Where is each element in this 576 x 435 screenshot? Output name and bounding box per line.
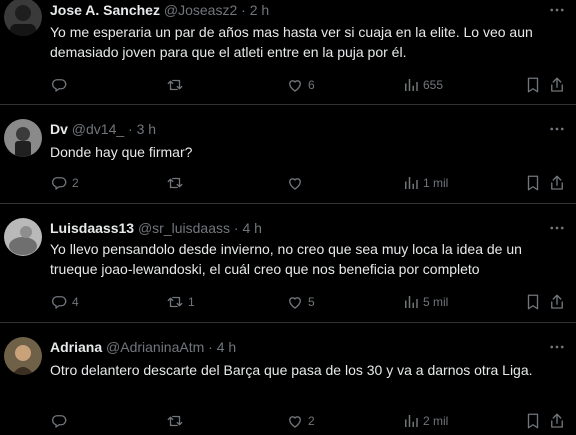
- reply-icon: [51, 296, 67, 309]
- retweet-icon: [167, 415, 183, 427]
- user-handle[interactable]: @Joseasz2: [164, 2, 237, 18]
- user-handle[interactable]: @sr_luisdaass: [138, 220, 230, 236]
- tweet-text: Yo llevo pensandolo desde invierno, no c…: [50, 241, 522, 277]
- user-handle[interactable]: @dv14_: [72, 121, 124, 137]
- reply-icon: [51, 177, 67, 190]
- avatar[interactable]: [4, 0, 42, 36]
- views-icon: [405, 177, 418, 189]
- views-button[interactable]: 655: [402, 75, 443, 95]
- separator-dot: ·: [208, 339, 213, 355]
- tweet-actions: 6 655: [50, 75, 566, 95]
- reply-icon: [51, 415, 67, 428]
- separator-dot: ·: [241, 2, 246, 18]
- retweet-button[interactable]: [166, 75, 188, 95]
- avatar[interactable]: [4, 218, 42, 256]
- tweet-header: Adriana @AdrianinaAtm · 4 h: [50, 338, 236, 356]
- tweet-header: Jose A. Sanchez @Joseasz2 · 2 h: [50, 1, 269, 19]
- tweet[interactable]: Adriana @AdrianinaAtm · 4 h Otro delante…: [0, 323, 576, 432]
- more-icon[interactable]: [548, 219, 566, 237]
- like-count: 5: [308, 295, 315, 309]
- share-icon[interactable]: [548, 76, 566, 94]
- tweet-text: Yo me esperaria un par de años mas hasta…: [50, 24, 533, 60]
- like-button[interactable]: 6: [286, 75, 315, 95]
- reply-icon: [51, 79, 67, 92]
- bookmark-icon[interactable]: [524, 76, 542, 94]
- bookmark-icon[interactable]: [524, 293, 542, 311]
- heart-icon: [289, 416, 301, 428]
- retweet-button[interactable]: [166, 411, 188, 431]
- heart-icon: [289, 178, 301, 190]
- retweet-icon: [167, 177, 183, 189]
- tweet-header: Dv @dv14_ · 3 h: [50, 120, 156, 138]
- share-icon[interactable]: [548, 412, 566, 430]
- views-button[interactable]: 5 mil: [402, 292, 448, 312]
- views-button[interactable]: 1 mil: [402, 173, 448, 193]
- like-count: 2: [308, 414, 315, 428]
- timestamp[interactable]: 2 h: [250, 2, 269, 18]
- tweet[interactable]: Dv @dv14_ · 3 h Donde hay que firmar? 2 …: [0, 105, 576, 203]
- separator-dot: ·: [128, 121, 133, 137]
- views-count: 5 mil: [423, 295, 449, 309]
- timestamp[interactable]: 4 h: [242, 220, 261, 236]
- display-name[interactable]: Jose A. Sanchez: [50, 2, 160, 18]
- reply-count: 4: [72, 295, 79, 309]
- timestamp[interactable]: 4 h: [217, 339, 236, 355]
- views-count: 2 mil: [423, 414, 449, 428]
- retweet-icon: [167, 296, 183, 308]
- display-name[interactable]: Dv: [50, 121, 68, 137]
- tweet-actions: 2 1 mil: [50, 173, 566, 193]
- tweet[interactable]: Luisdaass13 @sr_luisdaass · 4 h Yo llevo…: [0, 204, 576, 322]
- more-icon[interactable]: [548, 338, 566, 356]
- like-button[interactable]: [286, 173, 308, 193]
- avatar[interactable]: [4, 337, 42, 375]
- tweet-text: Donde hay que firmar?: [50, 144, 193, 160]
- tweet[interactable]: Jose A. Sanchez @Joseasz2 · 2 h Yo me es…: [0, 0, 576, 104]
- views-button[interactable]: 2 mil: [402, 411, 448, 431]
- reply-button[interactable]: 4: [50, 292, 79, 312]
- like-button[interactable]: 5: [286, 292, 315, 312]
- retweet-icon: [167, 79, 183, 91]
- tweet-text: Otro delantero descarte del Barça que pa…: [50, 362, 533, 378]
- separator-dot: ·: [233, 220, 239, 236]
- tweet-actions: 4 1 5 5 mil: [50, 292, 566, 312]
- retweet-count: 1: [188, 295, 195, 309]
- reply-button[interactable]: [50, 411, 72, 431]
- tweet-header: Luisdaass13 @sr_luisdaass · 4 h: [50, 219, 262, 237]
- reply-button[interactable]: [50, 75, 72, 95]
- share-icon[interactable]: [548, 174, 566, 192]
- heart-icon: [289, 80, 301, 92]
- bookmark-icon[interactable]: [524, 412, 542, 430]
- views-count: 655: [423, 78, 444, 92]
- display-name[interactable]: Adriana: [50, 339, 102, 355]
- avatar[interactable]: [4, 119, 42, 157]
- timestamp[interactable]: 3 h: [137, 121, 156, 137]
- views-icon: [405, 296, 418, 308]
- views-icon: [405, 79, 418, 91]
- retweet-button[interactable]: 1: [166, 292, 195, 312]
- reply-button[interactable]: 2: [50, 173, 79, 193]
- bookmark-icon[interactable]: [524, 174, 542, 192]
- tweet-actions: 2 2 mil: [50, 411, 566, 431]
- more-icon[interactable]: [548, 1, 566, 19]
- like-button[interactable]: 2: [286, 411, 315, 431]
- display-name[interactable]: Luisdaass13: [50, 220, 134, 236]
- more-icon[interactable]: [548, 120, 566, 138]
- share-icon[interactable]: [548, 293, 566, 311]
- like-count: 6: [308, 78, 315, 92]
- views-icon: [405, 415, 418, 427]
- reply-count: 2: [72, 176, 79, 190]
- retweet-button[interactable]: [166, 173, 188, 193]
- views-count: 1 mil: [423, 176, 449, 190]
- heart-icon: [289, 297, 301, 309]
- user-handle[interactable]: @AdrianinaAtm: [106, 339, 204, 355]
